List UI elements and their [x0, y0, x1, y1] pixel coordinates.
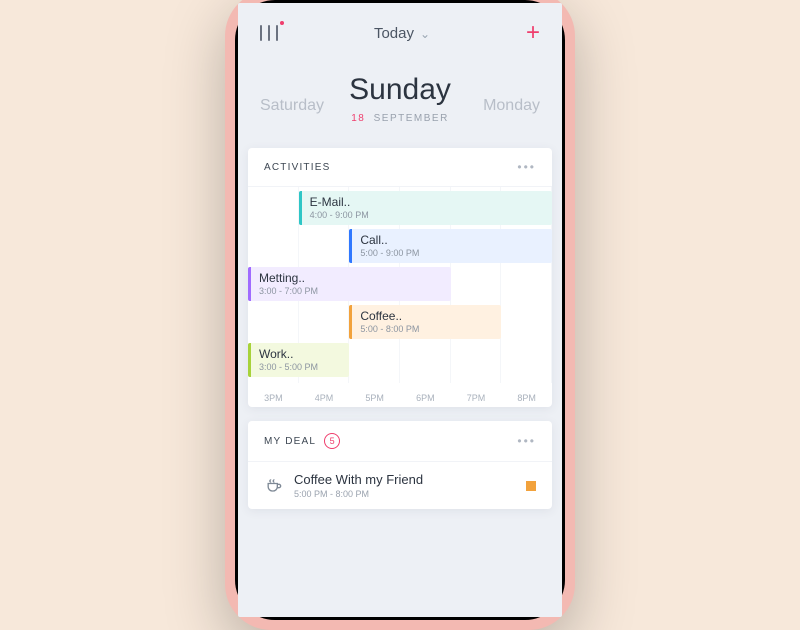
event-title: E-Mail..	[310, 195, 544, 209]
timeline-event[interactable]: Work..3:00 - 5:00 PM	[248, 343, 349, 377]
day-header: Saturday Monday Sunday 18 SEPTEMBER	[238, 53, 562, 134]
deal-item-title: Coffee With my Friend	[294, 472, 423, 487]
deal-item[interactable]: Coffee With my Friend 5:00 PM - 8:00 PM	[248, 462, 552, 509]
chevron-down-icon: ⌄	[420, 27, 430, 41]
next-day[interactable]: Monday	[483, 97, 540, 115]
activities-card-head: ACTIVITIES •••	[248, 148, 552, 187]
activities-card: ACTIVITIES ••• 3PM4PM5PM6PM7PM8PM E-Mail…	[248, 148, 552, 407]
phone-bezel: Today ⌄ + Saturday Monday Sunday 18 SEPT…	[235, 0, 565, 620]
deals-count-badge: 5	[324, 433, 340, 449]
view-selector-label: Today	[374, 25, 414, 42]
deals-count: 5	[330, 436, 335, 446]
view-selector[interactable]: Today ⌄	[374, 25, 430, 42]
activities-title: ACTIVITIES	[264, 162, 330, 173]
axis-label: 3PM	[248, 393, 299, 403]
event-title: Coffee..	[360, 309, 493, 323]
timeline-axis: 3PM4PM5PM6PM7PM8PM	[248, 393, 552, 403]
coffee-icon	[264, 476, 284, 496]
deals-card-head: MY DEAL 5 •••	[248, 421, 552, 462]
event-time: 5:00 - 9:00 PM	[360, 248, 544, 258]
top-bar: Today ⌄ +	[238, 3, 562, 53]
deal-item-time: 5:00 PM - 8:00 PM	[294, 489, 423, 499]
timeline-event[interactable]: Metting..3:00 - 7:00 PM	[248, 267, 451, 301]
activities-more-icon[interactable]: •••	[517, 160, 536, 174]
deal-color-icon	[526, 481, 536, 491]
notification-dot-icon	[280, 21, 284, 25]
event-time: 4:00 - 9:00 PM	[310, 210, 544, 220]
phone-frame: Today ⌄ + Saturday Monday Sunday 18 SEPT…	[225, 0, 575, 630]
timeline[interactable]: 3PM4PM5PM6PM7PM8PM E-Mail..4:00 - 9:00 P…	[248, 187, 552, 407]
event-title: Call..	[360, 233, 544, 247]
axis-label: 4PM	[299, 393, 350, 403]
event-title: Work..	[259, 347, 341, 361]
add-button[interactable]: +	[526, 21, 540, 45]
prev-day[interactable]: Saturday	[260, 97, 324, 115]
deals-title: MY DEAL	[264, 436, 316, 447]
deals-more-icon[interactable]: •••	[517, 434, 536, 448]
axis-label: 7PM	[451, 393, 502, 403]
timeline-event[interactable]: Call..5:00 - 9:00 PM	[349, 229, 552, 263]
event-title: Metting..	[259, 271, 443, 285]
axis-label: 6PM	[400, 393, 451, 403]
menu-icon[interactable]	[260, 25, 278, 41]
timeline-event[interactable]: E-Mail..4:00 - 9:00 PM	[299, 191, 552, 225]
event-time: 5:00 - 8:00 PM	[360, 324, 493, 334]
timeline-event[interactable]: Coffee..5:00 - 8:00 PM	[349, 305, 501, 339]
event-time: 3:00 - 7:00 PM	[259, 286, 443, 296]
event-time: 3:00 - 5:00 PM	[259, 362, 341, 372]
axis-label: 8PM	[501, 393, 552, 403]
deals-card: MY DEAL 5 ••• Coffee Wit	[248, 421, 552, 509]
axis-label: 5PM	[349, 393, 400, 403]
screen: Today ⌄ + Saturday Monday Sunday 18 SEPT…	[238, 3, 562, 617]
